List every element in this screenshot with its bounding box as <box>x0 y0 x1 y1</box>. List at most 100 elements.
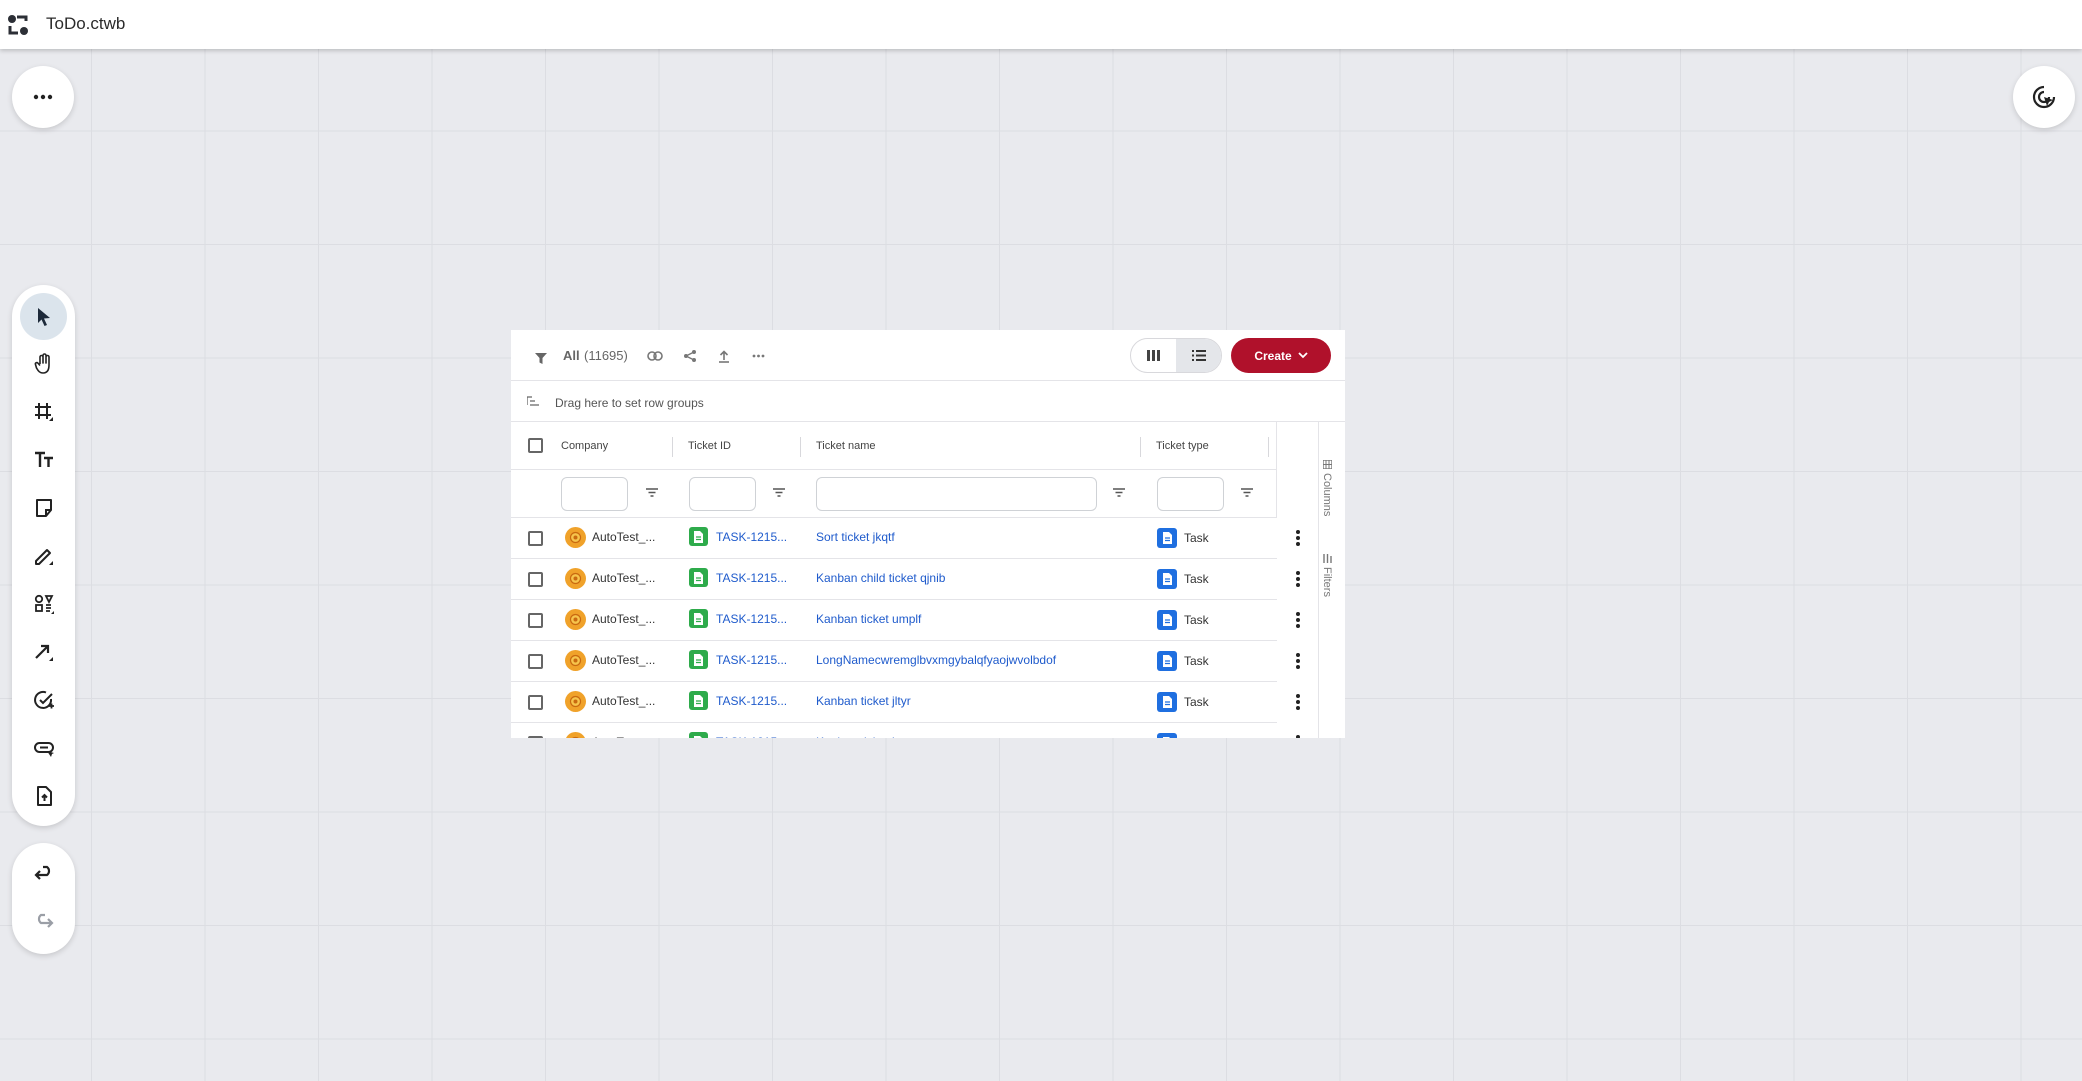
app-logo-icon[interactable] <box>7 14 29 36</box>
ticket-id-link[interactable]: TASK-1215... <box>716 694 787 708</box>
ticket-id-filter-input[interactable] <box>689 477 756 511</box>
filter-lines-icon[interactable] <box>773 488 785 497</box>
column-header-ticket-name[interactable]: Ticket name <box>816 440 876 452</box>
undo-button[interactable] <box>20 851 67 898</box>
ticket-id-link[interactable]: TASK-1215... <box>716 653 787 667</box>
row-checkbox[interactable] <box>528 654 543 669</box>
ticket-id-link[interactable]: TASK-1215... <box>716 612 787 626</box>
row-checkbox[interactable] <box>528 695 543 710</box>
ticket-name-link[interactable]: Kanban ticket umplf <box>816 612 921 626</box>
select-all-checkbox[interactable] <box>528 438 543 453</box>
text-icon <box>34 451 53 467</box>
more-options-button[interactable] <box>12 66 74 128</box>
column-resize-handle[interactable] <box>672 437 673 457</box>
share-button[interactable] <box>681 347 699 365</box>
row-checkbox[interactable] <box>528 531 543 546</box>
column-header-ticket-id[interactable]: Ticket ID <box>688 440 731 452</box>
company-logo-icon <box>569 572 582 585</box>
company-avatar <box>565 650 586 671</box>
ai-assist-button[interactable] <box>2013 66 2075 128</box>
sticky-note-icon <box>35 498 52 517</box>
top-bar: ToDo.ctwb <box>0 0 2082 49</box>
filters-tab-label: Filters <box>1321 567 1333 597</box>
view-name[interactable]: All <box>563 348 580 363</box>
shapes-icon <box>34 594 54 614</box>
company-avatar <box>565 732 586 738</box>
pen-tool[interactable] <box>20 532 67 579</box>
filter-icon[interactable] <box>535 353 547 364</box>
row-checkbox[interactable] <box>528 613 543 628</box>
table-row[interactable]: AutoTest_... TASK-1215... Kanban ticket um… <box>511 600 1300 641</box>
company-filter-input[interactable] <box>561 477 628 511</box>
filter-lines-icon[interactable] <box>646 488 658 497</box>
column-resize-handle[interactable] <box>1268 437 1269 457</box>
filter-lines-icon[interactable] <box>1113 488 1125 497</box>
redo-icon <box>37 913 54 928</box>
select-tool[interactable] <box>20 293 67 340</box>
arrow-tool[interactable] <box>20 628 67 675</box>
undo-icon <box>33 865 50 880</box>
ticket-name-link[interactable]: Sort ticket jkqtf <box>816 530 895 544</box>
ticket-name-link[interactable]: Kanban ticket jltyr <box>816 694 911 708</box>
company-logo-icon <box>569 531 582 544</box>
redo-button[interactable] <box>20 899 67 946</box>
shapes-tool[interactable] <box>20 580 67 627</box>
table-row[interactable]: AutoTest_... TASK-1215... Sort ticket jkqt… <box>511 518 1300 559</box>
company-avatar <box>565 568 586 589</box>
task-type-icon <box>1157 610 1177 630</box>
ticket-table-widget[interactable]: All (11695) Create Drag here to set row … <box>511 330 1345 738</box>
company-cell[interactable]: AutoTest_... <box>592 612 655 626</box>
filters-panel-tab[interactable]: Filters <box>1321 554 1333 597</box>
columns-panel-tab[interactable]: Columns <box>1321 460 1333 516</box>
filter-lines-icon[interactable] <box>1241 488 1253 497</box>
company-cell[interactable]: AutoTest_... <box>592 735 655 738</box>
ticket-doc-icon <box>689 568 708 587</box>
ticket-name-link[interactable]: Kanban child ticket qjnib <box>816 571 945 585</box>
company-cell[interactable]: AutoTest_... <box>592 530 655 544</box>
ticket-id-link[interactable]: TASK-1215... <box>716 571 787 585</box>
link-icon <box>647 351 663 361</box>
list-view-button[interactable] <box>1176 339 1221 372</box>
task-tool[interactable] <box>20 676 67 723</box>
sticky-note-tool[interactable] <box>20 484 67 531</box>
column-header-company[interactable]: Company <box>561 440 608 452</box>
column-resize-handle[interactable] <box>800 437 801 457</box>
hand-tool[interactable] <box>20 340 67 387</box>
ticket-type-cell: Task <box>1184 736 1209 738</box>
company-avatar <box>565 609 586 630</box>
table-row[interactable]: AutoTest_... TASK-1215... Kanban child tic… <box>511 559 1300 600</box>
file-title[interactable]: ToDo.ctwb <box>46 14 125 34</box>
frame-tool[interactable] <box>20 388 67 435</box>
company-cell[interactable]: AutoTest_... <box>592 571 655 585</box>
row-checkbox[interactable] <box>528 572 543 587</box>
select-icon <box>37 307 50 326</box>
row-checkbox[interactable] <box>528 736 543 738</box>
create-button[interactable]: Create <box>1231 338 1331 373</box>
export-button[interactable] <box>715 347 733 365</box>
more-horizontal-icon <box>33 94 53 100</box>
pen-icon <box>34 548 53 565</box>
ticket-type-filter-input[interactable] <box>1157 477 1224 511</box>
task-type-icon <box>1157 651 1177 671</box>
table-row[interactable]: AutoTest_... TASK-1215... LongNamecwremglb… <box>511 641 1300 682</box>
board-view-button[interactable] <box>1131 339 1176 372</box>
row-group-bar[interactable]: Drag here to set row groups <box>511 382 1345 422</box>
link-card-tool[interactable] <box>20 724 67 771</box>
column-filter-row <box>511 470 1277 518</box>
table-row[interactable]: AutoTest_... TASK-1215... Kanban ticket jl… <box>511 682 1300 723</box>
ticket-id-link[interactable]: TASK-1215... <box>716 735 787 738</box>
column-header-ticket-type[interactable]: Ticket type <box>1156 440 1209 452</box>
task-type-icon <box>1157 692 1177 712</box>
ticket-id-link[interactable]: TASK-1215... <box>716 530 787 544</box>
ticket-name-link[interactable]: LongNamecwremglbvxmgybalqfyaojwvolbdof <box>816 653 1056 667</box>
more-actions-button[interactable] <box>749 347 767 365</box>
copy-link-button[interactable] <box>646 347 664 365</box>
company-cell[interactable]: AutoTest_... <box>592 653 655 667</box>
column-resize-handle[interactable] <box>1140 437 1141 457</box>
ticket-name-filter-input[interactable] <box>816 477 1097 511</box>
text-tool[interactable] <box>20 436 67 483</box>
ticket-name-link[interactable]: Kanban ticket k... <box>816 735 908 738</box>
table-row[interactable]: AutoTest_... TASK-1215... Kanban ticket k.… <box>511 723 1300 738</box>
company-cell[interactable]: AutoTest_... <box>592 694 655 708</box>
upload-file-tool[interactable] <box>20 772 67 819</box>
